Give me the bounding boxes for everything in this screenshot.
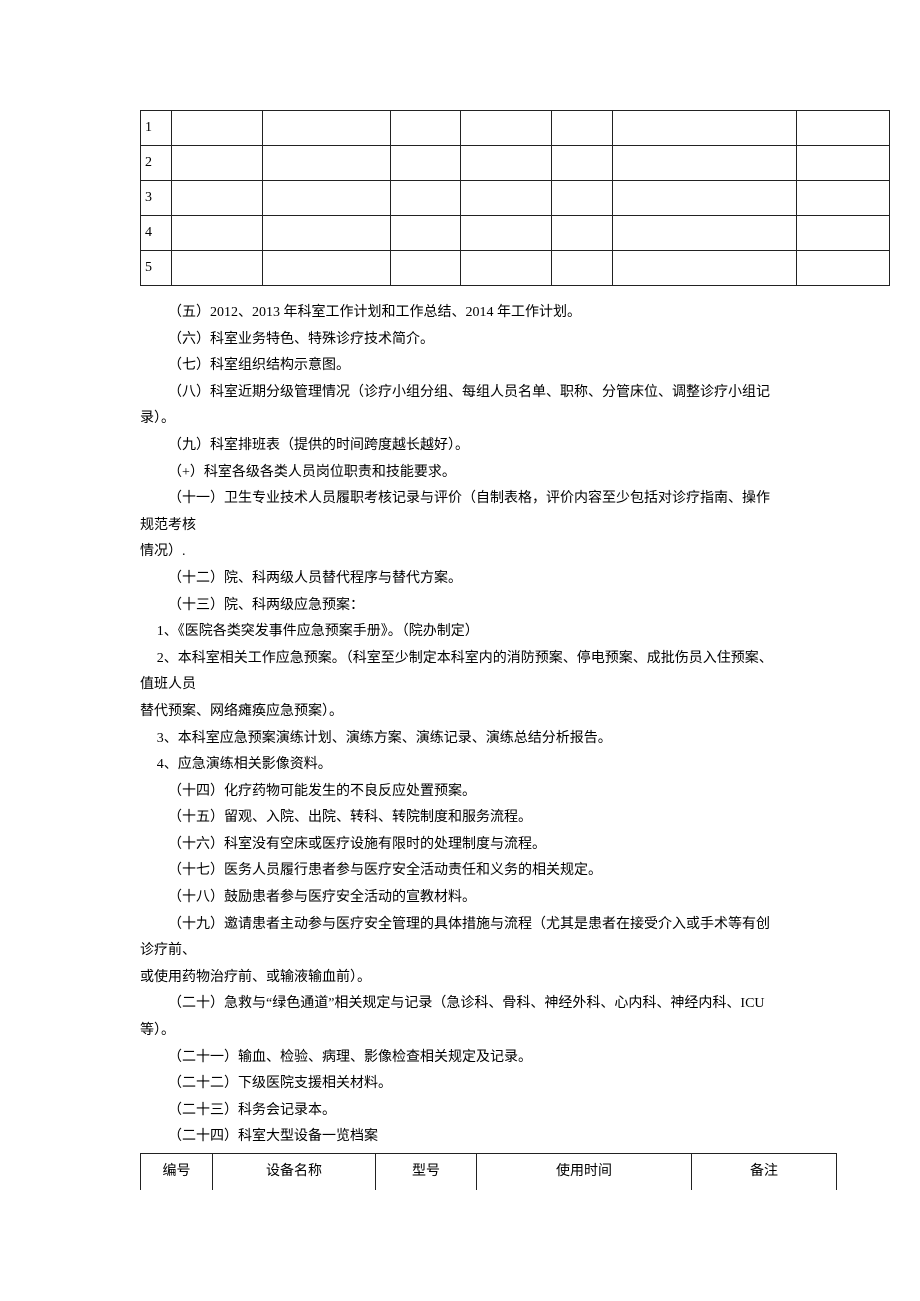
row-number-cell: 1 xyxy=(141,111,172,146)
header-model: 型号 xyxy=(376,1154,477,1191)
row-number-cell: 4 xyxy=(141,216,172,251)
paragraph-item-8: （八）科室近期分级管理情况（诊疗小组分组、每组人员名单、职称、分管床位、调整诊疗… xyxy=(140,380,780,433)
paragraph-item-5: （五）2012、2013 年科室工作计划和工作总结、2014 年工作计划。 xyxy=(140,300,780,327)
header-device-name: 设备名称 xyxy=(213,1154,376,1191)
empty-cell xyxy=(613,216,797,251)
empty-cell xyxy=(391,216,461,251)
numbered-item-2-line2: 替代预案、网络瘫痪应急预案）。 xyxy=(140,699,780,726)
header-remark: 备注 xyxy=(692,1154,837,1191)
empty-cell xyxy=(461,146,552,181)
table-row: 2 xyxy=(141,146,890,181)
empty-cell xyxy=(172,251,263,286)
empty-cell xyxy=(552,251,613,286)
empty-cell xyxy=(391,146,461,181)
paragraph-item-14: （十四）化疗药物可能发生的不良反应处置预案。 xyxy=(140,779,780,806)
row-number-cell: 3 xyxy=(141,181,172,216)
empty-cell xyxy=(172,181,263,216)
document-body: （五）2012、2013 年科室工作计划和工作总结、2014 年工作计划。 （六… xyxy=(140,300,780,1151)
empty-cell xyxy=(461,251,552,286)
empty-cell xyxy=(461,216,552,251)
empty-cell xyxy=(391,251,461,286)
paragraph-item-7: （七）科室组织结构示意图。 xyxy=(140,353,780,380)
empty-cell xyxy=(797,146,890,181)
table-header-row: 编号 设备名称 型号 使用时间 备注 xyxy=(141,1154,837,1191)
empty-cell xyxy=(172,216,263,251)
numbered-empty-table: 1 2 3 xyxy=(140,110,890,286)
empty-cell xyxy=(461,111,552,146)
empty-cell xyxy=(613,111,797,146)
paragraph-item-12: （十二）院、科两级人员替代程序与替代方案。 xyxy=(140,566,780,593)
empty-cell xyxy=(263,146,391,181)
empty-cell xyxy=(391,181,461,216)
paragraph-item-18: （十八）鼓励患者参与医疗安全活动的宣教材料。 xyxy=(140,885,780,912)
empty-cell xyxy=(263,216,391,251)
numbered-item-1: 1、《医院各类突发事件应急预案手册》。（院办制定） xyxy=(140,619,780,646)
empty-cell xyxy=(613,251,797,286)
equipment-table: 编号 设备名称 型号 使用时间 备注 xyxy=(140,1153,837,1190)
empty-cell xyxy=(797,111,890,146)
paragraph-item-21: （二十一）输血、检验、病理、影像检查相关规定及记录。 xyxy=(140,1045,780,1072)
empty-cell xyxy=(263,111,391,146)
empty-cell xyxy=(613,181,797,216)
empty-cell xyxy=(613,146,797,181)
row-number-cell: 2 xyxy=(141,146,172,181)
empty-cell xyxy=(552,181,613,216)
paragraph-item-24: （二十四）科室大型设备一览档案 xyxy=(140,1124,780,1151)
header-id: 编号 xyxy=(141,1154,213,1191)
row-number-cell: 5 xyxy=(141,251,172,286)
paragraph-item-6: （六）科室业务特色、特殊诊疗技术简介。 xyxy=(140,327,780,354)
empty-cell xyxy=(797,216,890,251)
empty-cell xyxy=(552,111,613,146)
paragraph-item-10: （+）科室各级各类人员岗位职责和技能要求。 xyxy=(140,460,780,487)
numbered-item-4: 4、应急演练相关影像资料。 xyxy=(140,752,780,779)
paragraph-item-19-line2: 或使用药物治疗前、或输液输血前）。 xyxy=(140,965,780,992)
paragraph-item-13: （十三）院、科两级应急预案： xyxy=(140,593,780,620)
empty-cell xyxy=(263,181,391,216)
paragraph-item-17: （十七）医务人员履行患者参与医疗安全活动责任和义务的相关规定。 xyxy=(140,858,780,885)
paragraph-item-22: （二十二）下级医院支援相关材料。 xyxy=(140,1071,780,1098)
empty-cell xyxy=(172,111,263,146)
empty-cell xyxy=(552,146,613,181)
paragraph-item-23: （二十三）科务会记录本。 xyxy=(140,1098,780,1125)
table-row: 4 xyxy=(141,216,890,251)
table-row: 3 xyxy=(141,181,890,216)
paragraph-item-11-line1: （十一）卫生专业技术人员履职考核记录与评价（自制表格，评价内容至少包括对诊疗指南… xyxy=(140,486,780,539)
empty-cell xyxy=(461,181,552,216)
numbered-item-3: 3、本科室应急预案演练计划、演练方案、演练记录、演练总结分析报告。 xyxy=(140,726,780,753)
empty-cell xyxy=(797,251,890,286)
empty-cell xyxy=(263,251,391,286)
table-row: 5 xyxy=(141,251,890,286)
document-page: 1 2 3 xyxy=(0,0,920,1301)
paragraph-item-16: （十六）科室没有空床或医疗设施有限时的处理制度与流程。 xyxy=(140,832,780,859)
empty-cell xyxy=(391,111,461,146)
empty-cell xyxy=(552,216,613,251)
numbered-item-2-line1: 2、本科室相关工作应急预案。（科室至少制定本科室内的消防预案、停电预案、成批伤员… xyxy=(140,646,780,699)
empty-cell xyxy=(172,146,263,181)
empty-cell xyxy=(797,181,890,216)
table-row: 1 xyxy=(141,111,890,146)
paragraph-item-15: （十五）留观、入院、出院、转科、转院制度和服务流程。 xyxy=(140,805,780,832)
paragraph-item-11-line2: 情况）. xyxy=(140,539,780,566)
header-usage-time: 使用时间 xyxy=(477,1154,692,1191)
paragraph-item-20: （二十）急救与“绿色通道”相关规定与记录（急诊科、骨科、神经外科、心内科、神经内… xyxy=(140,991,780,1044)
paragraph-item-9: （九）科室排班表（提供的时间跨度越长越好）。 xyxy=(140,433,780,460)
paragraph-item-19-line1: （十九）邀请患者主动参与医疗安全管理的具体措施与流程（尤其是患者在接受介入或手术… xyxy=(140,912,780,965)
